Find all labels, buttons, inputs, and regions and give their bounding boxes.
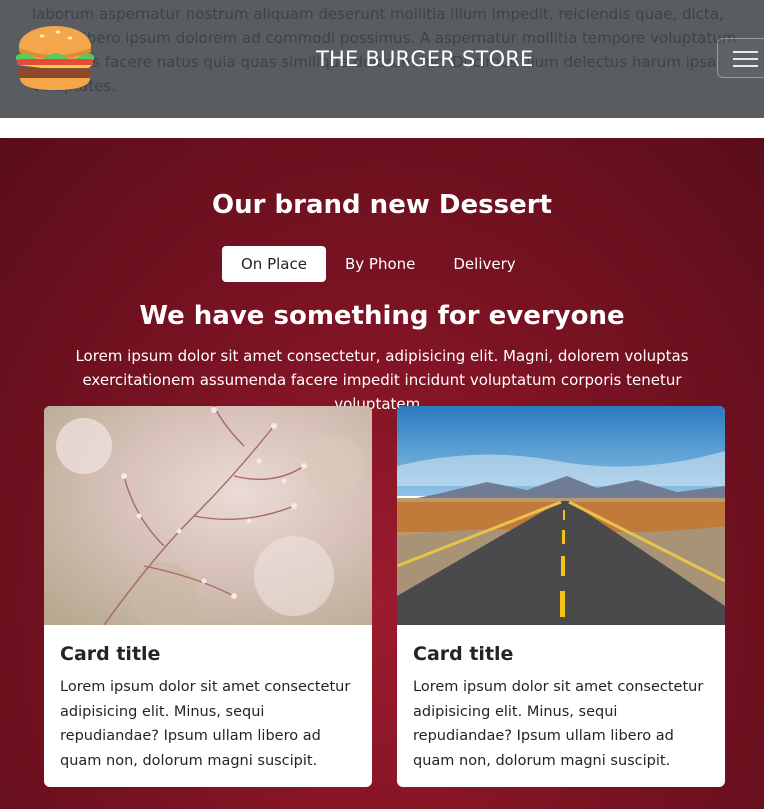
tab-list: On Place By Phone Delivery bbox=[222, 246, 535, 282]
card-text: Lorem ipsum dolor sit amet consectetur a… bbox=[60, 679, 351, 769]
card-title: Card title bbox=[60, 643, 161, 665]
card-title: Card title bbox=[413, 643, 514, 665]
card: Card title Lorem ipsum dolor sit amet co… bbox=[397, 406, 725, 787]
card: Card title Lorem ipsum dolor sit amet co… bbox=[44, 406, 372, 787]
brand-name[interactable]: THE BURGER STORE bbox=[316, 47, 534, 71]
navbar: laborum aspernatur nostrum aliquam deser… bbox=[0, 0, 764, 118]
menu-toggle-button[interactable] bbox=[717, 38, 764, 78]
tab-by-phone[interactable]: By Phone bbox=[326, 246, 434, 282]
tab-on-place[interactable]: On Place bbox=[222, 246, 326, 282]
burger-icon[interactable] bbox=[12, 22, 98, 94]
dessert-section: Our brand new Dessert On Place By Phone … bbox=[0, 138, 764, 809]
desert-road-photo bbox=[397, 406, 725, 625]
hamburger-menu-icon-line bbox=[733, 65, 758, 67]
headline: We have something for everyone bbox=[139, 301, 625, 331]
card-text: Lorem ipsum dolor sit amet consectetur a… bbox=[413, 679, 704, 769]
hamburger-menu-icon-line bbox=[733, 58, 758, 60]
tab-delivery[interactable]: Delivery bbox=[434, 246, 534, 282]
section-divider bbox=[0, 118, 764, 138]
blossom-branches-photo bbox=[44, 406, 372, 625]
section-title: Our brand new Dessert bbox=[212, 190, 552, 220]
hamburger-menu-icon bbox=[733, 51, 758, 53]
